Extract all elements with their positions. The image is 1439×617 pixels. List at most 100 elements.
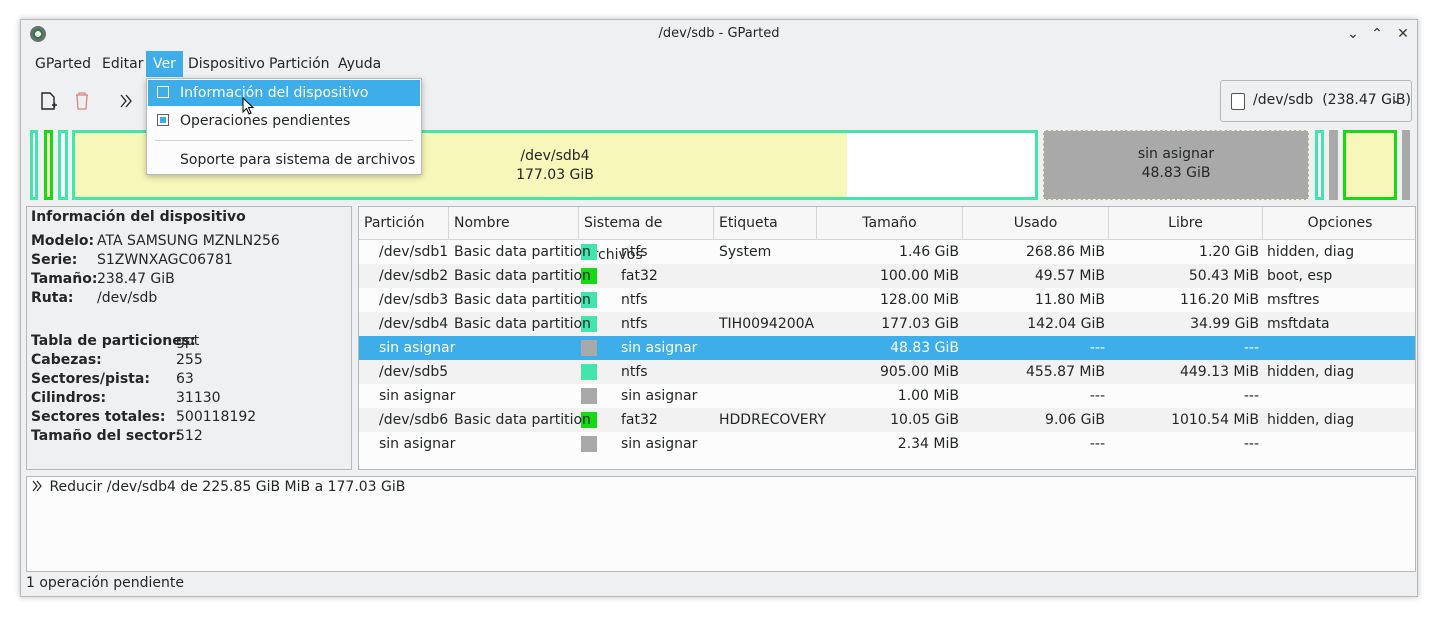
menu-gparted[interactable]: GParted (28, 51, 98, 77)
header-libre[interactable]: Libre (1109, 207, 1263, 239)
table-row[interactable]: sin asignar sin asignar 2.34 MiB --- --- (359, 432, 1415, 456)
table-row[interactable]: sin asignar sin asignar 48.83 GiB --- --- (359, 336, 1415, 360)
cell-nombre: Basic data partition (454, 292, 591, 308)
cell-usado: 455.87 MiB (1025, 364, 1105, 380)
cell-etiqueta: System (719, 244, 772, 260)
partition-block-sdb5[interactable] (1315, 130, 1324, 200)
header-usado[interactable]: Usado (963, 207, 1109, 239)
cell-libre: 50.43 MiB (1188, 268, 1259, 284)
cell-particion: sin asignar (379, 340, 456, 356)
cell-opciones: hidden, diag (1267, 412, 1355, 428)
partition-block-unallocated-small[interactable] (1329, 130, 1338, 200)
cell-particion: /dev/sdb3 (379, 292, 449, 308)
table-row[interactable]: /dev/sdb4 Basic data partition ntfs TIH0094… (359, 312, 1415, 336)
header-particion[interactable]: Partición (359, 207, 449, 239)
header-tamano[interactable]: Tamaño (817, 207, 963, 239)
checkbox-pending-ops[interactable] (157, 114, 169, 126)
table-row[interactable]: sin asignar sin asignar 1.00 MiB --- --- (359, 384, 1415, 408)
cell-usado: --- (1089, 436, 1105, 452)
cell-libre: --- (1243, 340, 1259, 356)
cell-etiqueta: TIH0094200A (719, 316, 815, 332)
operation-item[interactable]: Reducir /dev/sdb4 de 225.85 GiB MiB a 17… (31, 479, 405, 495)
chevron-down-icon: ⌄ (1390, 92, 1401, 106)
menu-dispositivo[interactable]: Dispositivo (181, 51, 272, 77)
new-partition-icon[interactable] (37, 90, 59, 112)
header-etiqueta[interactable]: Etiqueta (714, 207, 817, 239)
cell-tamano: 10.05 GiB (890, 412, 959, 428)
partition-block-sdb3[interactable] (58, 130, 68, 200)
menu-bar: GParted Editar Ver Dispositivo Partición… (21, 51, 1417, 77)
cell-nombre: Basic data partition (454, 412, 591, 428)
cell-tamano: 2.34 MiB (897, 436, 959, 452)
partition-block-sdb1[interactable] (30, 130, 38, 200)
table-row[interactable]: /dev/sdb3 Basic data partition ntfs 128.00 … (359, 288, 1415, 312)
filesystem-color-swatch (581, 436, 597, 452)
header-sistema-archivos[interactable]: Sistema de archivos (579, 207, 714, 263)
cell-particion: sin asignar (379, 388, 456, 404)
cell-particion: /dev/sdb6 (379, 412, 449, 428)
status-bar: 1 operación pendiente (26, 575, 184, 591)
table-row[interactable]: /dev/sdb5 ntfs 905.00 MiB 455.87 MiB 449.13 … (359, 360, 1415, 384)
cell-usado: 11.80 MiB (1034, 292, 1105, 308)
filesystem-color-swatch (581, 340, 597, 356)
unallocated-block-size: 48.83 GiB (1141, 165, 1211, 181)
cell-tamano: 1.46 GiB (899, 244, 959, 260)
cell-particion: /dev/sdb5 (379, 364, 449, 380)
menu-item-fs-support[interactable]: Soporte para sistema de archivos (148, 147, 420, 173)
cell-opciones: boot, esp (1267, 268, 1333, 284)
menu-editar[interactable]: Editar (95, 51, 150, 77)
partition-block-sdb6[interactable] (1343, 130, 1397, 200)
menu-ayuda[interactable]: Ayuda (331, 51, 388, 77)
cell-nombre: Basic data partition (454, 244, 591, 260)
filesystem-color-swatch (581, 388, 597, 404)
cell-fs: sin asignar (621, 340, 698, 356)
cell-usado: 49.57 MiB (1034, 268, 1105, 284)
resize-move-icon[interactable] (117, 90, 139, 112)
maximize-icon[interactable]: ⌃ (1367, 24, 1387, 44)
menu-ver[interactable]: Ver (146, 51, 183, 77)
cell-opciones: msftdata (1267, 316, 1330, 332)
header-opciones[interactable]: Opciones (1263, 207, 1415, 239)
disk-icon (1231, 93, 1245, 110)
table-row[interactable]: /dev/sdb6 Basic data partition fat32 HDDREC… (359, 408, 1415, 432)
cell-etiqueta: HDDRECOVERY (719, 412, 827, 428)
ver-menu-dropdown: Información del dispositivo Operaciones … (146, 78, 422, 175)
partition-table: Partición Nombre Sistema de archivos Eti… (358, 206, 1416, 470)
cell-nombre: Basic data partition (454, 268, 591, 284)
window-title: /dev/sdb - GParted (658, 26, 780, 41)
partition-block-sdb2[interactable] (44, 130, 53, 200)
cell-opciones: hidden, diag (1267, 364, 1355, 380)
device-selector[interactable]: /dev/sdb (238.47 GiB) ⌄ (1220, 80, 1412, 122)
minimize-icon[interactable]: ⌄ (1343, 24, 1363, 44)
cell-fs: ntfs (621, 244, 648, 260)
menu-item-device-info[interactable]: Información del dispositivo (148, 80, 420, 106)
cell-particion: sin asignar (379, 436, 456, 452)
cell-tamano: 1.00 MiB (897, 388, 959, 404)
partition-block-unallocated[interactable]: sin asignar 48.83 GiB (1043, 130, 1309, 200)
cell-usado: 142.04 GiB (1027, 316, 1105, 332)
title-bar[interactable]: /dev/sdb - GParted ⌄ ⌃ ✕ (21, 20, 1417, 48)
cell-libre: 1.20 GiB (1199, 244, 1259, 260)
cell-libre: --- (1243, 388, 1259, 404)
device-info-title: Información del dispositivo (31, 209, 246, 225)
table-row[interactable]: /dev/sdb1 Basic data partition ntfs System 1… (359, 240, 1415, 264)
cell-libre: 1010.54 MiB (1171, 412, 1259, 428)
menu-item-pending-ops[interactable]: Operaciones pendientes (148, 108, 420, 134)
header-nombre[interactable]: Nombre (449, 207, 579, 239)
cell-usado: --- (1089, 340, 1105, 356)
cell-usado: --- (1089, 388, 1105, 404)
cell-fs: ntfs (621, 316, 648, 332)
cell-fs: fat32 (621, 268, 658, 284)
unallocated-block-label: sin asignar (1137, 146, 1215, 162)
delete-partition-icon[interactable] (71, 90, 93, 112)
table-row[interactable]: /dev/sdb2 Basic data partition fat32 100.00… (359, 264, 1415, 288)
cell-tamano: 128.00 MiB (879, 292, 959, 308)
menu-separator (155, 140, 413, 141)
cell-usado: 9.06 GiB (1045, 412, 1105, 428)
resize-operation-icon (32, 480, 42, 492)
cell-tamano: 100.00 MiB (879, 268, 959, 284)
checkbox-device-info[interactable] (157, 86, 169, 98)
menu-particion[interactable]: Partición (262, 51, 337, 77)
close-icon[interactable]: ✕ (1393, 24, 1413, 44)
partition-block-unallocated-end[interactable] (1402, 130, 1410, 200)
